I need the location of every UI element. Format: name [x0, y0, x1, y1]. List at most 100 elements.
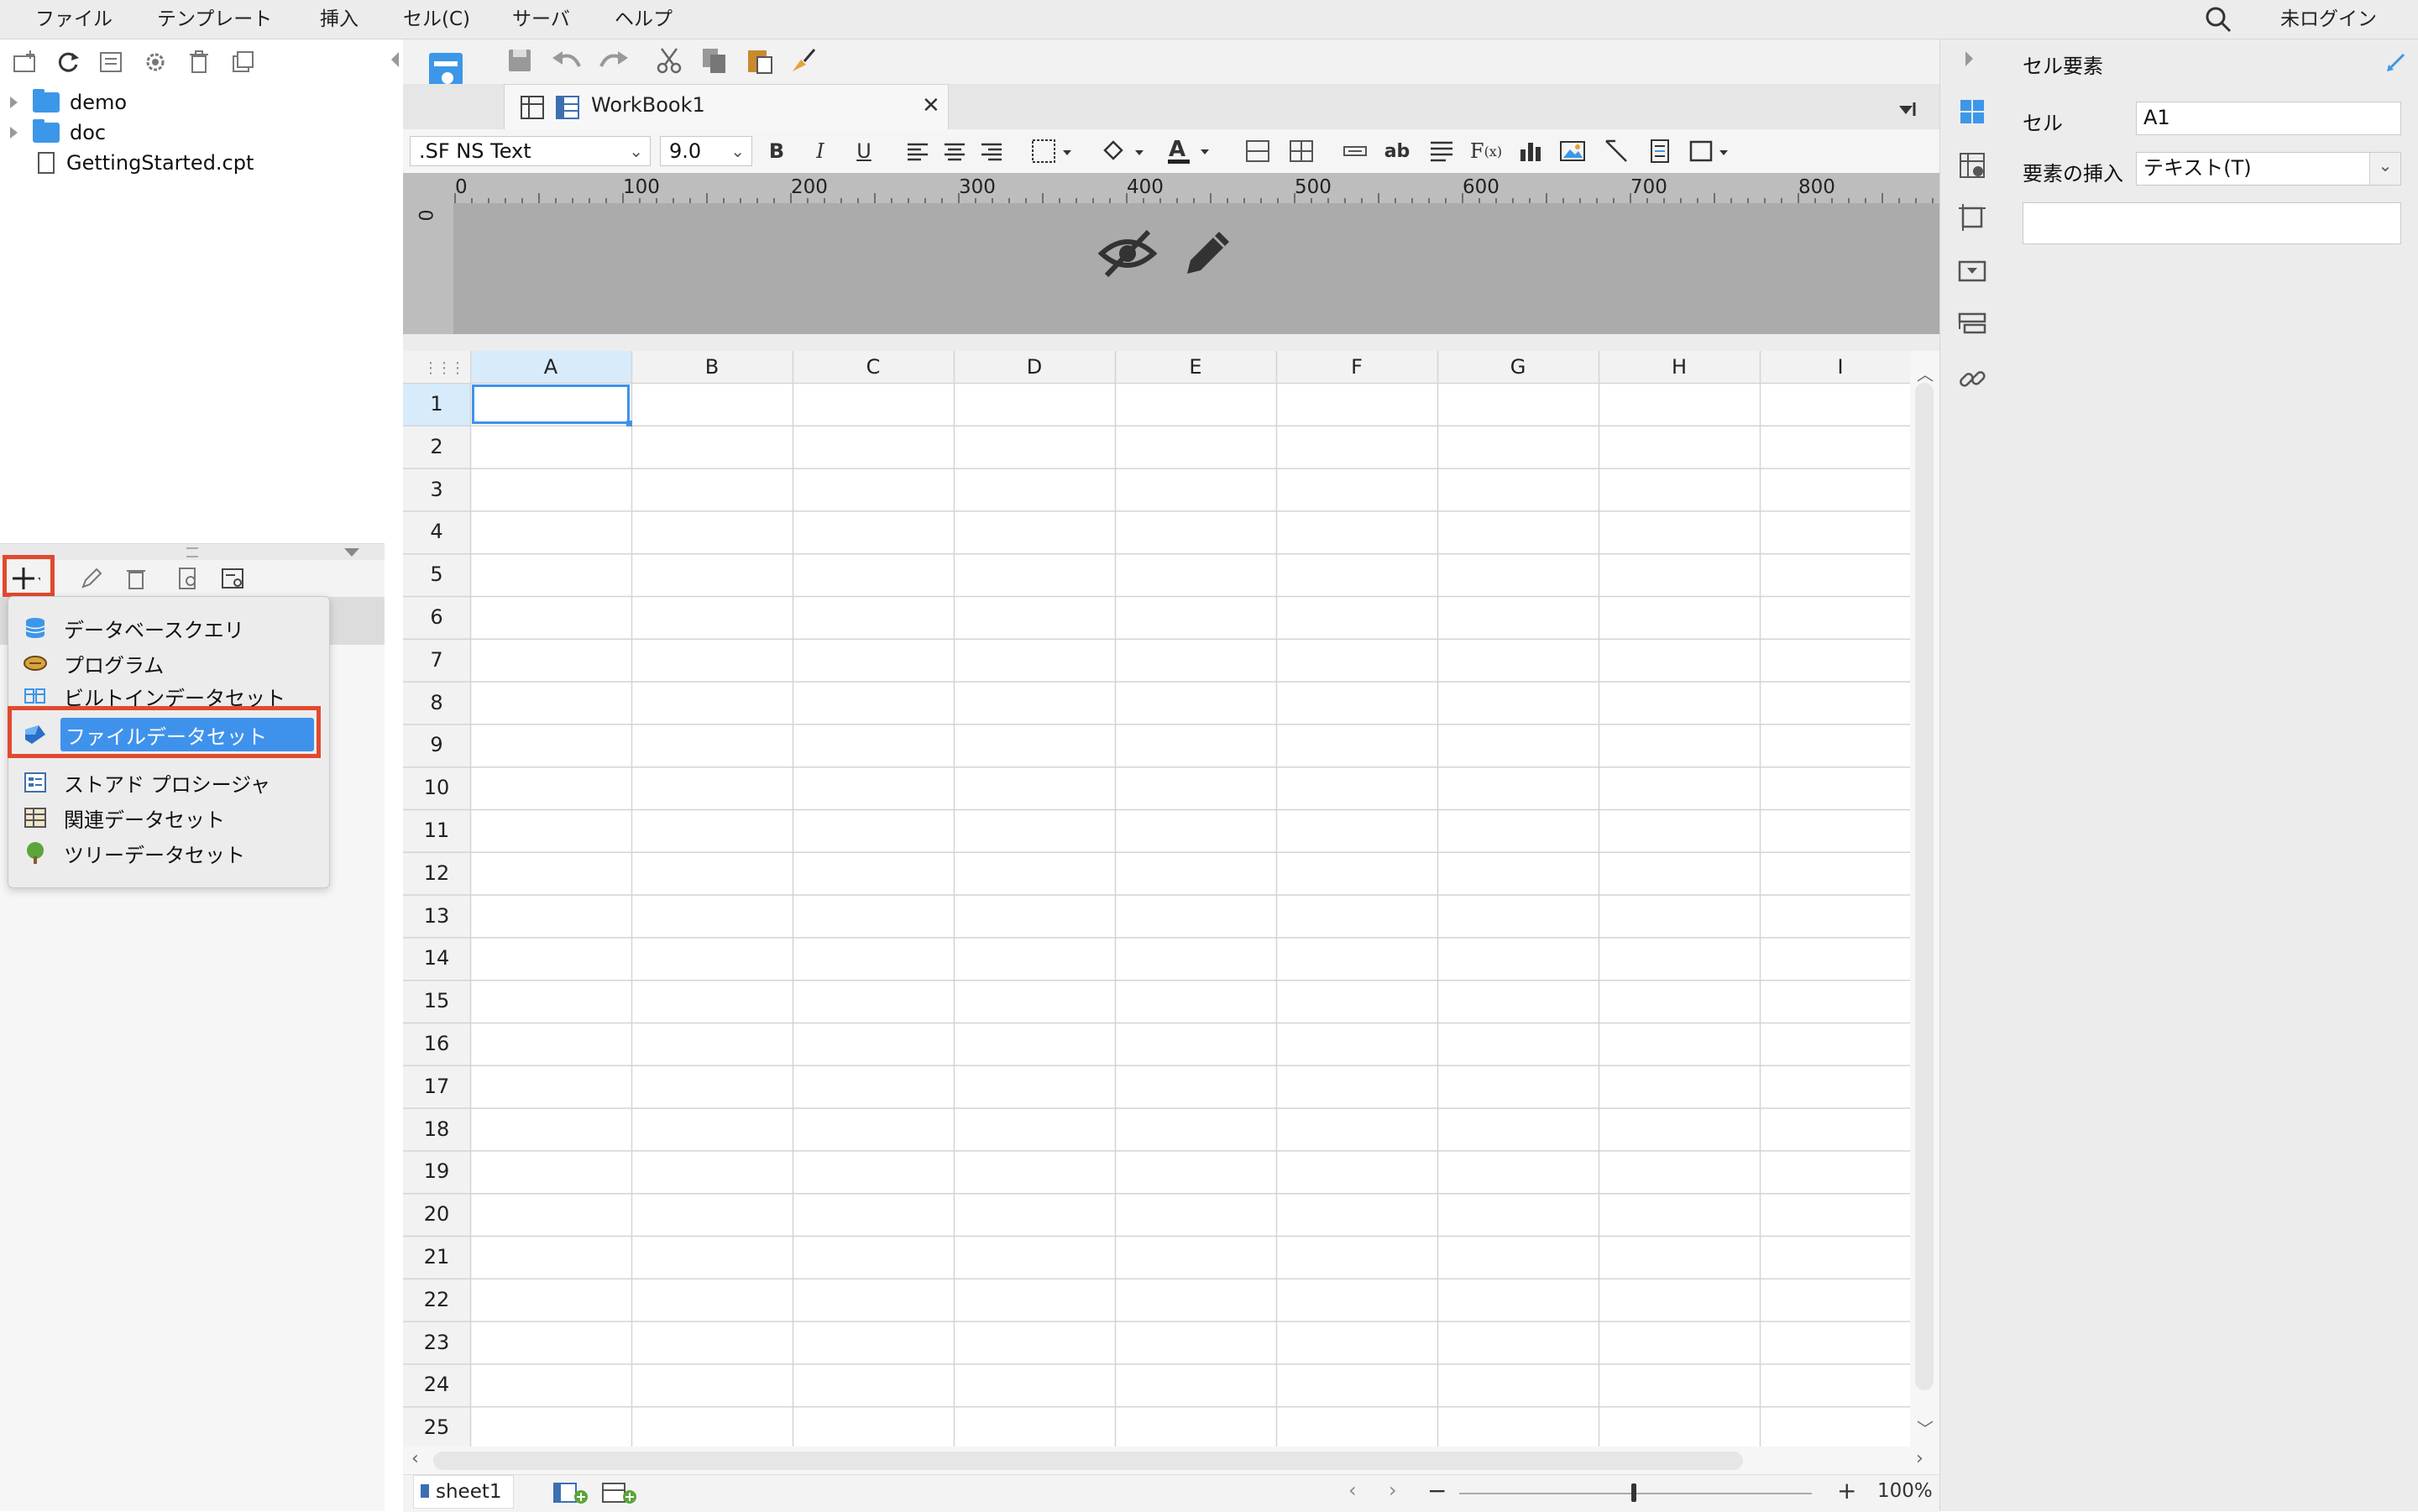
tree-item-demo[interactable]: demo — [10, 88, 127, 117]
preview-icon[interactable] — [175, 564, 203, 593]
row-header-19[interactable]: 19 — [403, 1150, 470, 1193]
expand-icon[interactable] — [10, 127, 18, 139]
menu-item-related-dataset[interactable]: 関連データセット — [24, 803, 317, 833]
text-overflow-icon[interactable] — [1342, 136, 1369, 166]
scroll-left-icon[interactable]: ‹ — [411, 1448, 419, 1469]
paste-icon[interactable] — [746, 46, 774, 75]
undo-icon[interactable] — [551, 46, 584, 75]
pin-edit-icon[interactable] — [2384, 50, 2409, 75]
menu-item-tree-dataset[interactable]: ツリーデータセット — [24, 838, 317, 868]
chart-icon[interactable] — [1516, 136, 1545, 166]
scroll-down-icon[interactable]: ﹀ — [1917, 1415, 1934, 1440]
tree-item-doc[interactable]: doc — [10, 118, 106, 147]
fill-handle[interactable] — [626, 421, 632, 426]
edit-icon[interactable] — [77, 564, 106, 593]
text-wrap-icon[interactable]: ab — [1384, 136, 1410, 166]
row-header-8[interactable]: 8 — [403, 682, 470, 725]
add-sheet-icon[interactable] — [552, 1480, 589, 1505]
row-header-25[interactable]: 25 — [403, 1406, 470, 1447]
collapse-right-icon[interactable] — [1965, 51, 1973, 66]
row-header-10[interactable]: 10 — [403, 766, 470, 809]
column-header-a[interactable]: A — [470, 351, 631, 383]
align-center-icon[interactable] — [942, 136, 967, 166]
row-header-21[interactable]: 21 — [403, 1236, 470, 1279]
image-icon[interactable] — [1558, 136, 1587, 166]
row-header-14[interactable]: 14 — [403, 937, 470, 980]
collapse-down-icon[interactable] — [344, 548, 359, 557]
menu-cell[interactable]: セル(C) — [403, 0, 470, 39]
cut-icon[interactable] — [655, 46, 683, 75]
scroll-right-icon[interactable]: › — [1916, 1448, 1923, 1469]
row-header-13[interactable]: 13 — [403, 895, 470, 938]
new-folder-icon[interactable] — [10, 48, 39, 76]
row-header-15[interactable]: 15 — [403, 980, 470, 1023]
italic-icon[interactable]: I — [809, 136, 831, 166]
tree-item-gettingstarted[interactable]: GettingStarted.cpt — [38, 149, 254, 177]
tab-list-icon[interactable] — [1896, 96, 1921, 121]
row-header-12[interactable]: 12 — [403, 852, 470, 895]
row-header-4[interactable]: 4 — [403, 510, 470, 553]
save-icon[interactable] — [505, 46, 534, 75]
paragraph-icon[interactable] — [1427, 136, 1456, 166]
delete-dataset-icon[interactable] — [122, 564, 150, 593]
cell-attribute-icon[interactable] — [1955, 149, 1989, 182]
close-tab-icon[interactable]: ✕ — [922, 93, 940, 118]
copy-icon[interactable] — [700, 46, 729, 75]
add-form-sheet-icon[interactable] — [601, 1480, 638, 1505]
column-header-g[interactable]: G — [1437, 351, 1599, 383]
refresh-icon[interactable] — [54, 48, 82, 76]
column-header-i[interactable]: I — [1760, 351, 1910, 383]
border-icon[interactable] — [1031, 136, 1078, 166]
horizontal-scroll-thumb[interactable] — [433, 1452, 1743, 1470]
delete-icon[interactable] — [185, 48, 213, 76]
zoom-in-icon[interactable]: + — [1837, 1477, 1856, 1504]
vertical-scroll-thumb[interactable] — [1915, 383, 1934, 1390]
cell-field[interactable]: A1 — [2136, 102, 2401, 135]
login-status[interactable]: 未ログイン — [2280, 0, 2377, 39]
fill-color-icon[interactable] — [1100, 136, 1150, 166]
row-header-9[interactable]: 9 — [403, 724, 470, 766]
menu-item-file-dataset[interactable]: ファイルデータセット — [24, 719, 317, 750]
row-header-11[interactable]: 11 — [403, 809, 470, 852]
menu-file[interactable]: ファイル — [35, 0, 113, 39]
zoom-out-icon[interactable]: − — [1427, 1477, 1447, 1504]
subreport-icon[interactable] — [1646, 136, 1674, 166]
row-header-20[interactable]: 20 — [403, 1193, 470, 1236]
panel-splitter[interactable] — [0, 543, 385, 562]
hidden-eye-icon[interactable] — [1097, 227, 1158, 280]
column-header-f[interactable]: F — [1276, 351, 1437, 383]
tab-workbook1[interactable]: WorkBook1 ✕ — [504, 84, 949, 129]
edit-pencil-icon[interactable] — [1182, 225, 1236, 279]
menu-server[interactable]: サーバ — [512, 0, 570, 39]
row-header-3[interactable]: 3 — [403, 468, 470, 511]
row-header-7[interactable]: 7 — [403, 639, 470, 682]
column-header-b[interactable]: B — [631, 351, 793, 383]
frame-icon[interactable] — [1688, 136, 1735, 166]
menu-item-stored-procedure[interactable]: ストアド プロシージャ — [24, 767, 317, 798]
template-info-icon[interactable] — [97, 48, 125, 76]
row-header-18[interactable]: 18 — [403, 1108, 470, 1151]
search-icon[interactable] — [2204, 5, 2232, 34]
split-cells-icon[interactable] — [1288, 136, 1315, 166]
font-color-icon[interactable]: A — [1165, 136, 1216, 166]
row-header-1[interactable]: 1 — [403, 383, 470, 426]
float-element-icon[interactable] — [1955, 201, 1989, 234]
settings-icon[interactable] — [141, 48, 170, 76]
format-painter-icon[interactable] — [789, 46, 818, 75]
row-header-5[interactable]: 5 — [403, 553, 470, 596]
conditional-attribute-icon[interactable] — [1955, 308, 1989, 342]
widget-settings-icon[interactable] — [1955, 254, 1989, 288]
menu-help[interactable]: ヘルプ — [615, 0, 673, 39]
align-right-icon[interactable] — [979, 136, 1004, 166]
underline-icon[interactable]: U — [853, 136, 875, 166]
select-all-corner[interactable]: ⋮⋮⋮ — [403, 351, 470, 383]
sheet-tab-sheet1[interactable]: sheet1 — [413, 1475, 514, 1509]
align-left-icon[interactable] — [905, 136, 930, 166]
collapse-left-icon[interactable] — [391, 52, 399, 67]
column-header-h[interactable]: H — [1599, 351, 1760, 383]
expand-icon[interactable] — [10, 97, 18, 108]
menu-insert[interactable]: 挿入 — [320, 0, 359, 39]
spreadsheet-grid[interactable]: ⋮⋮⋮ ABCDEFGHI 1 2 3 4 5 6 7 8 9 10 11 12 13 14 15 16 17 1… — [403, 351, 1910, 1447]
hyperlink-icon[interactable] — [1955, 362, 1989, 395]
slash-icon[interactable] — [1602, 136, 1630, 166]
